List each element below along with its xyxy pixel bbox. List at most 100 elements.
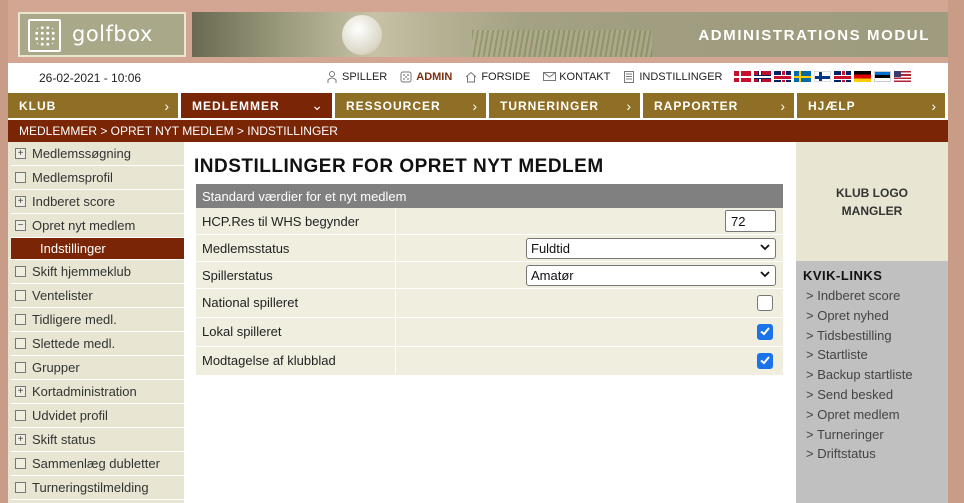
square-bullet-icon xyxy=(15,362,26,373)
square-bullet-icon xyxy=(15,338,26,349)
kvik-links-title: KVIK-LINKS xyxy=(803,268,883,283)
admin-link[interactable]: ADMIN xyxy=(400,71,452,83)
nav-ressourcer[interactable]: RESSOURCER › xyxy=(335,93,486,118)
checkmark-icon xyxy=(760,327,770,336)
chevron-down-icon: ⌄ xyxy=(311,97,324,113)
sidebar-item-turneringstilmelding[interactable]: Turneringstilmelding xyxy=(11,476,184,500)
forside-link[interactable]: FORSIDE xyxy=(465,71,530,83)
kvik-link-indberet-score[interactable]: > Indberet score xyxy=(806,288,913,308)
sidebar-item-skift-status[interactable]: + Skift status xyxy=(11,428,184,452)
nav-hjaelp[interactable]: HJÆLP › xyxy=(797,93,945,118)
logo-missing-line1: KLUB LOGO xyxy=(836,186,908,200)
settings-row-spillerstatus: Spillerstatus Amatør xyxy=(196,262,783,289)
square-bullet-icon xyxy=(15,458,26,469)
lokal-checkbox[interactable] xyxy=(757,324,773,340)
grass-image xyxy=(472,30,652,57)
kvik-link-send-besked[interactable]: > Send besked xyxy=(806,387,913,407)
spiller-link[interactable]: SPILLER xyxy=(326,71,387,83)
kvik-link-turneringer[interactable]: > Turneringer xyxy=(806,427,913,447)
kvik-link-driftstatus[interactable]: > Driftstatus xyxy=(806,446,913,466)
flag-finland-icon[interactable] xyxy=(814,71,831,82)
kvik-links-list: > Indberet score > Opret nyhed > Tidsbes… xyxy=(806,288,913,466)
sidebar-item-skift-hjemmeklub[interactable]: Skift hjemmeklub xyxy=(11,260,184,284)
sidebar-item-indberet-score[interactable]: + Indberet score xyxy=(11,190,184,214)
module-title: ADMINISTRATIONS MODUL xyxy=(698,27,930,44)
indstillinger-link-label: INDSTILLINGER xyxy=(639,71,723,83)
expand-plus-icon[interactable]: + xyxy=(15,196,26,207)
golfbox-logo[interactable]: golfbox xyxy=(18,12,186,57)
nav-rapporter-label: RAPPORTER xyxy=(654,98,739,113)
sidebar-item-grupper[interactable]: Grupper xyxy=(11,356,184,380)
expand-plus-icon[interactable]: + xyxy=(15,434,26,445)
expand-plus-icon[interactable]: + xyxy=(15,386,26,397)
settings-row-klubblad: Modtagelse af klubblad xyxy=(196,347,783,376)
sidebar-item-indstillinger[interactable]: Indstillinger xyxy=(11,238,184,260)
sidebar-item-label: Opret nyt medlem xyxy=(32,218,136,233)
kvik-link-backup-startliste[interactable]: > Backup startliste xyxy=(806,367,913,387)
sidebar-item-label: Turneringstilmelding xyxy=(32,480,149,495)
spillerstatus-select[interactable]: Amatør xyxy=(526,265,776,286)
square-bullet-icon xyxy=(15,172,26,183)
sidebar-item-medlemsprofil[interactable]: Medlemsprofil xyxy=(11,166,184,190)
sidebar-item-label: Sammenlæg dubletter xyxy=(32,456,160,471)
kontakt-link-label: KONTAKT xyxy=(559,71,611,83)
sidebar-item-medlemssogning[interactable]: + Medlemssøgning xyxy=(11,142,184,166)
flag-uk-icon[interactable] xyxy=(834,71,851,82)
settings-row-medlemsstatus: Medlemsstatus Fuldtid xyxy=(196,235,783,262)
sidebar-item-opret-nyt-medlem[interactable]: − Opret nyt medlem xyxy=(11,214,184,238)
hcp-input[interactable]: 72 xyxy=(725,210,776,232)
sidebar-item-label: Skift status xyxy=(32,432,96,447)
collapse-minus-icon[interactable]: − xyxy=(15,220,26,231)
sidebar-item-kortadministration[interactable]: + Kortadministration xyxy=(11,380,184,404)
expand-plus-icon[interactable]: + xyxy=(15,148,26,159)
nav-hjaelp-label: HJÆLP xyxy=(808,98,856,113)
medlemsstatus-label: Medlemsstatus xyxy=(196,235,396,261)
logo-missing-line2: MANGLER xyxy=(841,204,903,218)
mail-icon xyxy=(543,71,557,83)
settings-row-national: National spilleret xyxy=(196,289,783,318)
klubblad-label: Modtagelse af klubblad xyxy=(196,347,396,375)
lokal-label: Lokal spilleret xyxy=(196,318,396,346)
nav-medlemmer[interactable]: MEDLEMMER ⌄ xyxy=(181,93,332,118)
medlemsstatus-value: Fuldtid xyxy=(531,241,571,256)
flag-sweden-icon[interactable] xyxy=(794,71,811,82)
kvik-link-opret-nyhed[interactable]: > Opret nyhed xyxy=(806,308,913,328)
kvik-link-startliste[interactable]: > Startliste xyxy=(806,347,913,367)
sidebar-item-label: Tidligere medl. xyxy=(32,312,117,327)
flag-estonia-icon[interactable] xyxy=(874,71,891,82)
indstillinger-link[interactable]: INDSTILLINGER xyxy=(623,71,723,83)
nav-rapporter[interactable]: RAPPORTER › xyxy=(643,93,794,118)
sidebar-item-label: Indstillinger xyxy=(40,241,106,256)
chevron-down-icon xyxy=(759,241,771,256)
sidebar-item-sammenlaeg-dubletter[interactable]: Sammenlæg dubletter xyxy=(11,452,184,476)
logo-text: golfbox xyxy=(72,22,153,46)
sidebar-item-ventelister[interactable]: Ventelister xyxy=(11,284,184,308)
flag-usa-icon[interactable] xyxy=(894,71,911,82)
medlemsstatus-select[interactable]: Fuldtid xyxy=(526,238,776,259)
flag-uk-icon[interactable] xyxy=(774,71,791,82)
chevron-right-icon: › xyxy=(780,97,786,114)
flag-germany-icon[interactable] xyxy=(854,71,871,82)
kontakt-link[interactable]: KONTAKT xyxy=(543,71,610,83)
sidebar-item-slettede-medl[interactable]: Slettede medl. xyxy=(11,332,184,356)
page-title: INDSTILLINGER FOR OPRET NYT MEDLEM xyxy=(194,156,604,177)
klubblad-checkbox[interactable] xyxy=(757,353,773,369)
sidebar-item-label: Indberet score xyxy=(32,194,116,209)
flag-denmark-icon[interactable] xyxy=(734,71,751,82)
sidebar-item-udvidet-profil[interactable]: Udvidet profil xyxy=(11,404,184,428)
settings-row-lokal: Lokal spilleret xyxy=(196,318,783,347)
forside-link-label: FORSIDE xyxy=(481,71,531,83)
nav-medlemmer-label: MEDLEMMER xyxy=(192,98,280,113)
hcp-label: HCP.Res til WHS begynder xyxy=(196,208,396,234)
kvik-link-opret-medlem[interactable]: > Opret medlem xyxy=(806,407,913,427)
flag-norway-icon[interactable] xyxy=(754,71,771,82)
nav-turneringer[interactable]: TURNERINGER › xyxy=(489,93,640,118)
sidebar-item-tidligere-medl[interactable]: Tidligere medl. xyxy=(11,308,184,332)
nav-klub[interactable]: KLUB › xyxy=(8,93,178,118)
sidebar-item-label: Udvidet profil xyxy=(32,408,108,423)
top-links: SPILLER ADMIN FORSIDE KONTAKT INDSTILLIN… xyxy=(326,71,736,83)
kvik-link-tidsbestilling[interactable]: > Tidsbestilling xyxy=(806,328,913,348)
national-checkbox[interactable] xyxy=(757,295,773,311)
home-icon xyxy=(465,71,477,83)
golfball-icon xyxy=(400,71,412,83)
